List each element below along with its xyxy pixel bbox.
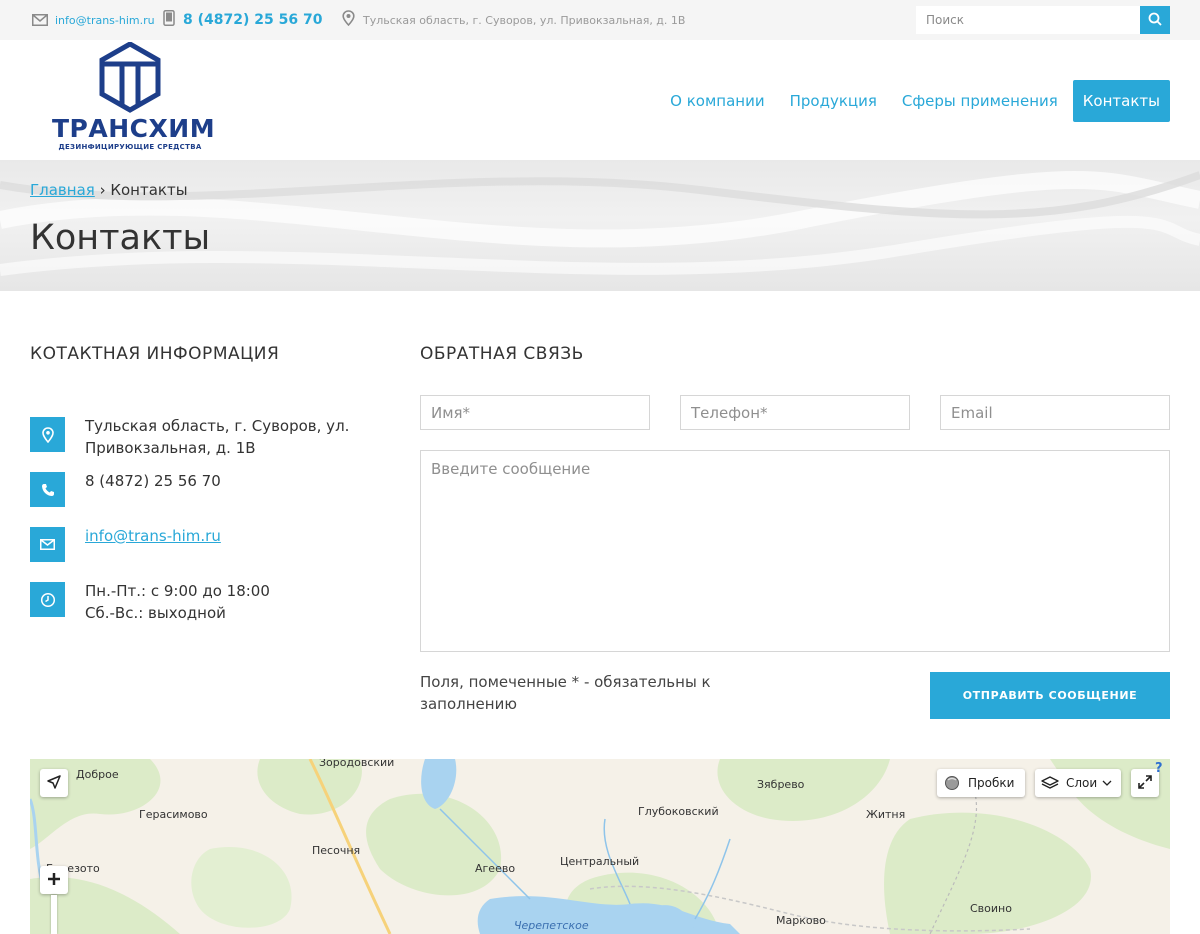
- map-zoom-in-button[interactable]: [40, 866, 68, 894]
- map-place-label: Житня: [866, 808, 906, 821]
- map-place-label: Зябрево: [757, 778, 805, 791]
- contact-hours-row: Пн.-Пт.: с 9:00 до 18:00 Сб.-Вс.: выходн…: [30, 582, 380, 624]
- nav-item-about[interactable]: О компании: [670, 80, 764, 122]
- map-layers-label: Слои: [1066, 776, 1098, 790]
- map-place-label: Центральный: [560, 855, 640, 868]
- envelope-icon: [30, 527, 65, 562]
- message-field[interactable]: [420, 450, 1170, 652]
- contact-address-row: Тульская область, г. Суворов, ул. Привок…: [30, 417, 380, 459]
- nav-item-products[interactable]: Продукция: [790, 80, 877, 122]
- search-button[interactable]: [1140, 6, 1170, 34]
- contact-email-row: info@trans-him.ru: [30, 527, 380, 562]
- plus-icon: [47, 871, 61, 890]
- name-field[interactable]: [420, 395, 650, 430]
- breadcrumb-current: Контакты: [110, 181, 188, 199]
- search-icon: [1148, 12, 1162, 29]
- company-logo[interactable]: ТРАНСХИМ ДЕЗИНФИЦИРУЮЩИЕ СРЕДСТВА: [52, 42, 216, 154]
- contact-address: Тульская область, г. Суворов, ул. Привок…: [85, 415, 349, 459]
- top-bar: info@trans-him.ru 8 (4872) 25 56 70 Туль…: [0, 0, 1200, 40]
- layers-icon: [1041, 775, 1059, 791]
- contact-email-link[interactable]: info@trans-him.ru: [85, 527, 221, 545]
- clock-icon: [30, 582, 65, 617]
- required-fields-note: Поля, помеченные * - обязательны к запол…: [420, 673, 711, 713]
- topbar-phone: 8 (4872) 25 56 70: [163, 0, 322, 40]
- map-place-label: Агеево: [475, 862, 516, 875]
- breadcrumb-home-link[interactable]: Главная: [30, 181, 95, 199]
- map-layers-button[interactable]: Слои: [1035, 769, 1121, 797]
- map-water-label: Черепетское: [514, 919, 589, 932]
- logo-mark-icon: [99, 42, 161, 113]
- contact-email: info@trans-him.ru: [85, 525, 221, 547]
- nav-item-applications[interactable]: Сферы применения: [902, 80, 1058, 122]
- submit-button[interactable]: ОТПРАВИТЬ СООБЩЕНИЕ: [930, 672, 1170, 719]
- map-place-label: Марково: [776, 914, 826, 927]
- contact-address-line2: Привокзальная, д. 1В: [85, 439, 256, 457]
- location-pin-icon: [342, 10, 355, 30]
- expand-icon: [1138, 774, 1152, 793]
- traffic-light-icon: [944, 775, 960, 791]
- contact-hours: Пн.-Пт.: с 9:00 до 18:00 Сб.-Вс.: выходн…: [85, 580, 270, 624]
- mobile-phone-icon: [163, 10, 175, 30]
- topbar-address: Тульская область, г. Суворов, ул. Привок…: [342, 0, 685, 40]
- yandex-map[interactable]: Доброе Зородовский Зябрево Герасимово Гл…: [30, 759, 1170, 934]
- logo-name: ТРАНСХИМ: [52, 114, 216, 143]
- map-help-link[interactable]: ?: [1155, 761, 1163, 776]
- topbar-email: info@trans-him.ru: [32, 0, 155, 40]
- contact-info-title: КОТАКТНАЯ ИНФОРМАЦИЯ: [30, 344, 280, 364]
- chevron-down-icon: [1102, 780, 1112, 786]
- map-place-label: Своино: [970, 902, 1012, 915]
- contact-address-line1: Тульская область, г. Суворов, ул.: [85, 417, 350, 435]
- main-nav: О компании Продукция Сферы применения Ко…: [645, 80, 1170, 122]
- map-place-label: Доброе: [76, 768, 119, 781]
- map-place-label: Глубоковский: [638, 805, 719, 818]
- topbar-address-text: Тульская область, г. Суворов, ул. Привок…: [363, 13, 686, 27]
- contact-phone-row: 8 (4872) 25 56 70: [30, 472, 380, 507]
- map-place-label: Герасимово: [139, 808, 208, 821]
- page-title: Контакты: [30, 218, 211, 258]
- page-banner: Главная › Контакты Контакты: [0, 160, 1200, 291]
- map-zoom-slider[interactable]: [51, 895, 57, 934]
- feedback-title: ОБРАТНАЯ СВЯЗЬ: [420, 344, 584, 364]
- nav-item-contacts[interactable]: Контакты: [1072, 80, 1170, 122]
- breadcrumb: Главная › Контакты: [30, 181, 188, 199]
- search-input[interactable]: [916, 6, 1140, 34]
- breadcrumb-separator: ›: [99, 181, 106, 199]
- map-place-label: Песочня: [312, 844, 361, 857]
- topbar-email-link[interactable]: info@trans-him.ru: [55, 14, 155, 27]
- topbar-phone-number[interactable]: 8 (4872) 25 56 70: [183, 12, 322, 28]
- location-pin-icon: [30, 417, 65, 452]
- phone-icon: [30, 472, 65, 507]
- contact-phone[interactable]: 8 (4872) 25 56 70: [85, 470, 221, 492]
- search-form: [916, 6, 1170, 34]
- map-place-label: Зородовский: [319, 759, 395, 769]
- map-traffic-button[interactable]: Пробки: [937, 769, 1025, 797]
- email-field[interactable]: [940, 395, 1170, 430]
- contact-hours-weekdays: Пн.-Пт.: с 9:00 до 18:00: [85, 582, 270, 600]
- navigation-arrow-icon: [47, 774, 61, 793]
- contact-hours-weekend: Сб.-Вс.: выходной: [85, 604, 226, 622]
- logo-tagline: ДЕЗИНФИЦИРУЮЩИЕ СРЕДСТВА: [58, 143, 202, 151]
- map-geolocation-button[interactable]: [40, 769, 68, 797]
- map-traffic-label: Пробки: [968, 776, 1015, 790]
- envelope-icon: [32, 11, 48, 30]
- site-header: ТРАНСХИМ ДЕЗИНФИЦИРУЮЩИЕ СРЕДСТВА О комп…: [0, 40, 1200, 160]
- phone-field[interactable]: [680, 395, 910, 430]
